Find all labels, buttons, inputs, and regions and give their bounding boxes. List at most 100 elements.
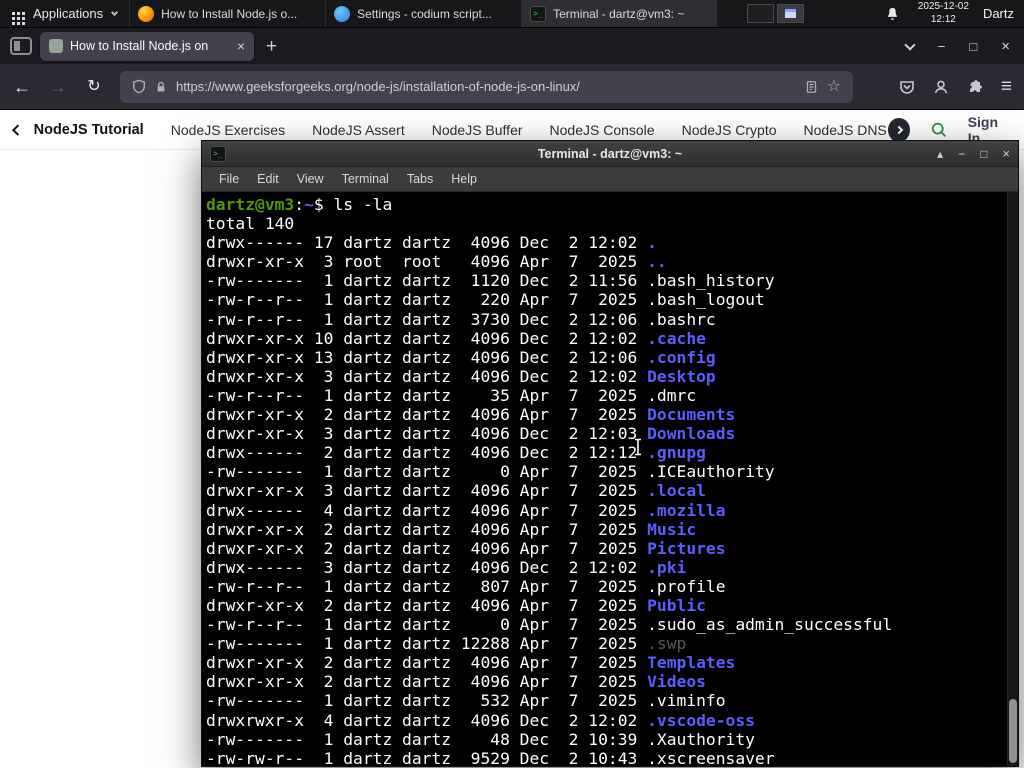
tab-favicon-icon (49, 39, 63, 53)
menu-hamburger-icon[interactable]: ≡ (1001, 77, 1012, 96)
terminal-shade-button[interactable]: ▴ (937, 148, 943, 160)
applications-caret-icon (111, 8, 119, 16)
terminal-scrollbar-thumb[interactable] (1009, 699, 1017, 763)
terminal-maximize-button[interactable]: □ (980, 148, 987, 160)
taskbar-item[interactable]: Settings - codium script... (325, 0, 521, 27)
taskbar-item-label: Terminal - dartz@vm3: ~ (553, 6, 685, 21)
top-panel: Applications How to Install Node.js o...… (0, 0, 1024, 28)
terminal-body[interactable]: dartz@vm3:~$ ls -la total 140 drwx------ 1… (202, 192, 1018, 766)
reader-mode-icon[interactable] (805, 80, 818, 94)
gfg-nav-link[interactable]: NodeJS Console (550, 122, 655, 138)
browser-maximize-button[interactable]: □ (969, 40, 977, 53)
clock-time: 12:12 (930, 13, 956, 25)
workspace-2[interactable] (777, 4, 805, 23)
gfg-nav-link[interactable]: NodeJS Crypto (682, 122, 777, 138)
codium-icon (334, 5, 351, 22)
terminal-line: drwxr-xr-x 3 dartz dartz 4096 Dec 2 12:0… (206, 424, 736, 444)
terminal-line: -rw------- 1 dartz dartz 48 Dec 2 10:39 … (206, 729, 755, 749)
terminal-line: drwx------ 4 dartz dartz 4096 Apr 7 2025… (206, 500, 726, 520)
terminal-icon: >_ (530, 5, 547, 22)
tabbar-right-controls: − □ × (904, 38, 1014, 54)
applications-label: Applications (33, 6, 104, 21)
terminal-titlebar[interactable]: >_ Terminal - dartz@vm3: ~ ▴ − □ × (202, 141, 1018, 167)
gfg-nav-link[interactable]: NodeJS Buffer (432, 122, 523, 138)
terminal-line: -rw------- 1 dartz dartz 0 Apr 7 2025 .I… (206, 462, 775, 482)
taskbar: How to Install Node.js o... Settings - co… (129, 0, 718, 27)
terminal-line: total 140 (206, 214, 295, 234)
panel-clock[interactable]: 2025-12-02 12:12 (910, 0, 977, 27)
applications-grid-icon (12, 12, 15, 15)
terminal-close-button[interactable]: × (1002, 147, 1010, 160)
terminal-line: drwxr-xr-x 2 dartz dartz 4096 Apr 7 2025… (206, 538, 726, 558)
terminal-output: dartz@vm3:~$ ls -la total 140 drwx------ 1… (206, 195, 1004, 766)
taskbar-item[interactable]: How to Install Node.js o... (129, 0, 325, 27)
gfg-search-icon[interactable] (930, 120, 948, 140)
terminal-line: drwxr-xr-x 13 dartz dartz 4096 Dec 2 12:… (206, 347, 716, 367)
url-bar[interactable]: https://www.geeksforgeeks.org/node-js/in… (120, 70, 853, 103)
tracking-shield-icon[interactable] (132, 79, 146, 94)
tab-close-icon[interactable]: × (237, 39, 245, 53)
gfg-nav-link[interactable]: NodeJS DNS (804, 122, 887, 138)
terminal-menu-edit[interactable]: Edit (248, 172, 288, 186)
forward-button[interactable]: → (48, 78, 68, 96)
back-button[interactable]: ← (12, 78, 32, 96)
terminal-line: drwxrwxr-x 4 dartz dartz 4096 Dec 2 12:0… (206, 710, 755, 730)
terminal-line: -rw-r--r-- 1 dartz dartz 0 Apr 7 2025 .s… (206, 615, 893, 635)
terminal-line: drwxr-xr-x 2 dartz dartz 4096 Apr 7 2025… (206, 672, 706, 692)
terminal-line: -rw------- 1 dartz dartz 12288 Apr 7 202… (206, 634, 687, 654)
browser-minimize-button[interactable]: − (938, 40, 946, 53)
terminal-line: drwx------ 3 dartz dartz 4096 Dec 2 12:0… (206, 557, 687, 577)
panel-spacer (804, 0, 875, 27)
list-tabs-chevron-icon[interactable] (904, 38, 916, 51)
terminal-line: -rw------- 1 dartz dartz 1120 Dec 2 11:5… (206, 271, 775, 291)
taskbar-item-label: Settings - codium script... (357, 6, 492, 21)
browser-tab[interactable]: How to Install Node.js on × (40, 31, 254, 61)
pocket-icon[interactable] (899, 79, 915, 95)
extensions-puzzle-icon[interactable] (967, 79, 983, 95)
notification-bell-button[interactable] (875, 0, 910, 27)
url-text[interactable]: https://www.geeksforgeeks.org/node-js/in… (176, 79, 796, 94)
new-tab-button[interactable]: + (266, 37, 277, 56)
bookmark-star-icon[interactable]: ☆ (827, 78, 841, 95)
gfg-nav-link[interactable]: NodeJS Tutorial (34, 122, 144, 138)
terminal-line: -rw------- 1 dartz dartz 532 Apr 7 2025 … (206, 691, 726, 711)
terminal-line: drwx------ 17 dartz dartz 4096 Dec 2 12:… (206, 233, 657, 253)
gfg-left-chevron-icon[interactable] (12, 123, 24, 136)
tab-title: How to Install Node.js on (70, 39, 209, 53)
workspace-1[interactable] (747, 4, 775, 23)
terminal-window: >_ Terminal - dartz@vm3: ~ ▴ − □ × File E… (201, 140, 1019, 767)
terminal-scrollbar[interactable] (1007, 192, 1018, 766)
terminal-line: drwxr-xr-x 2 dartz dartz 4096 Apr 7 2025… (206, 653, 736, 673)
gfg-nav-links: NodeJS Tutorial NodeJS Exercises NodeJS As… (34, 122, 888, 138)
terminal-line: drwxr-xr-x 2 dartz dartz 4096 Apr 7 2025… (206, 519, 697, 539)
toolbar-right-icons: ≡ (899, 77, 1012, 96)
terminal-line: -rw-rw-r-- 1 dartz dartz 9529 Dec 2 10:4… (206, 748, 775, 766)
taskbar-item[interactable]: >_ Terminal - dartz@vm3: ~ (521, 0, 718, 27)
gfg-nav-link[interactable]: NodeJS Assert (312, 122, 405, 138)
terminal-menu-view[interactable]: View (288, 172, 333, 186)
account-icon[interactable] (933, 79, 949, 95)
firefox-icon (138, 5, 155, 22)
terminal-line: drwx------ 2 dartz dartz 4096 Dec 2 12:1… (206, 443, 706, 463)
window-icon (785, 9, 797, 18)
terminal-title: Terminal - dartz@vm3: ~ (537, 146, 683, 161)
firefox-view-icon[interactable] (10, 37, 32, 55)
terminal-line: drwxr-xr-x 3 root root 4096 Apr 7 2025 .… (206, 252, 667, 272)
terminal-line: dartz@vm3:~$ ls -la (206, 195, 393, 214)
browser-close-button[interactable]: × (1001, 39, 1010, 54)
terminal-minimize-button[interactable]: − (958, 148, 965, 160)
terminal-line: drwxr-xr-x 2 dartz dartz 4096 Apr 7 2025… (206, 405, 736, 425)
lock-icon[interactable] (155, 80, 167, 94)
terminal-menu-file[interactable]: File (210, 172, 248, 186)
reload-button[interactable]: ↻ (84, 78, 104, 95)
workspace-switcher[interactable] (747, 0, 805, 27)
terminal-menu-tabs[interactable]: Tabs (398, 172, 442, 186)
bell-icon (887, 7, 897, 20)
gfg-nav-link[interactable]: NodeJS Exercises (171, 122, 285, 138)
mouse-cursor-ibeam (635, 438, 641, 456)
terminal-line: -rw-r--r-- 1 dartz dartz 807 Apr 7 2025 … (206, 576, 726, 596)
applications-menu-button[interactable]: Applications (0, 0, 129, 27)
terminal-menu-terminal[interactable]: Terminal (333, 172, 398, 186)
gfg-right-chevron-button[interactable] (887, 117, 910, 142)
terminal-menu-help[interactable]: Help (442, 172, 486, 186)
